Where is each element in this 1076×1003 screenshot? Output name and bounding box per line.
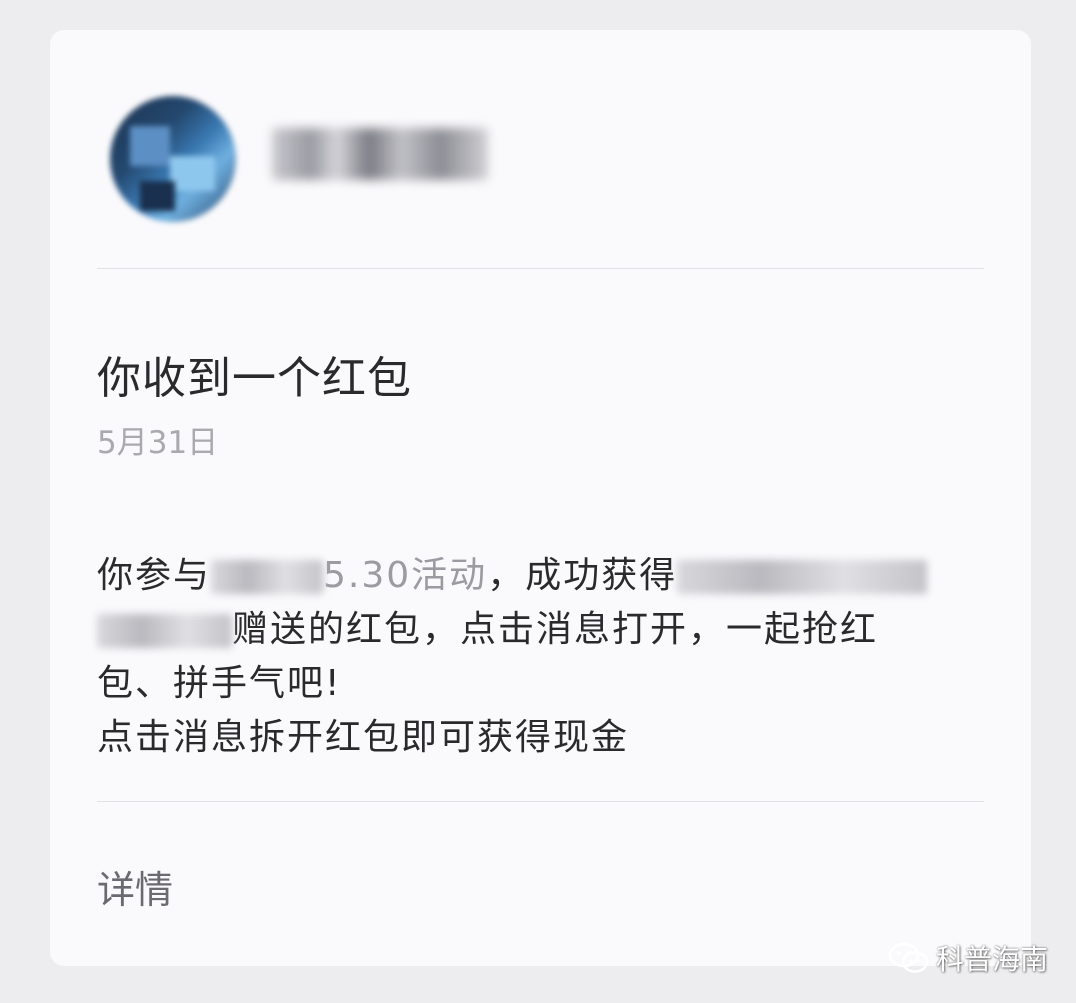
watermark-text: 科普海南 <box>936 943 1049 976</box>
message-text: 你参与 <box>97 555 212 596</box>
message-text: 赠送的红包，点击消息打开，一起抢红 <box>232 609 879 650</box>
sender-avatar <box>110 96 236 222</box>
notification-date: 5月31日 <box>97 425 219 461</box>
sender-name-blurred <box>272 128 488 180</box>
divider <box>97 268 984 269</box>
redacted-text <box>97 614 232 648</box>
message-text: 包、拼手气吧! <box>97 663 342 704</box>
redacted-text <box>211 560 324 594</box>
details-link[interactable]: 详情 <box>97 859 173 914</box>
message-activity: 5.30活动 <box>323 555 488 596</box>
notification-card[interactable]: 你收到一个红包 5月31日 你参与 5.30活动，成功获得 赠送的红包，点击消息打… <box>50 30 1031 966</box>
message-text: 点击消息拆开红包即可获得现金 <box>97 717 630 758</box>
watermark: 科普海南 <box>888 938 1048 978</box>
redacted-text <box>677 560 928 594</box>
notification-message[interactable]: 你参与 5.30活动，成功获得 赠送的红包，点击消息打开，一起抢红 包、拼手气吧!… <box>97 549 987 765</box>
divider <box>97 801 984 802</box>
notification-title: 你收到一个红包 <box>97 353 412 404</box>
wechat-icon <box>888 942 929 973</box>
message-text: ，成功获得 <box>487 555 678 596</box>
